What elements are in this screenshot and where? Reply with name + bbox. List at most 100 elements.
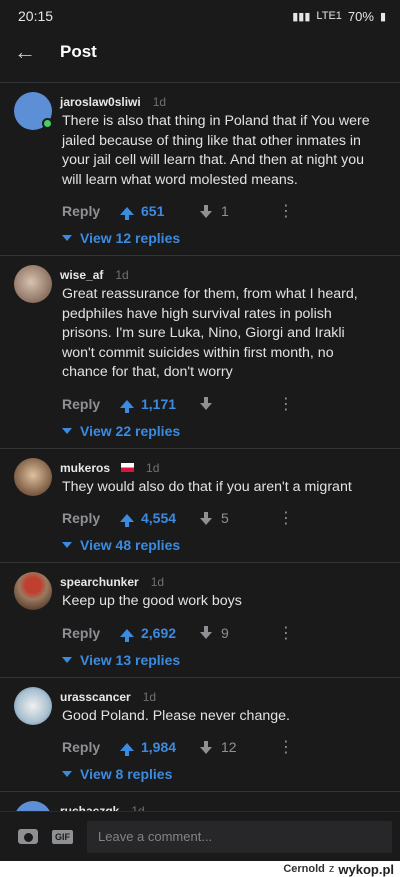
view-replies-label: View 8 replies (80, 766, 173, 782)
downvote-icon (200, 626, 212, 639)
downvote-icon (200, 511, 212, 525)
downvote-count: 9 (221, 624, 229, 641)
downvote-icon (200, 397, 212, 410)
downvote-count: 5 (221, 510, 229, 526)
downvote-button[interactable]: 5 (200, 510, 278, 526)
poland-flag-icon (121, 463, 135, 472)
comment: ruchaczgk 1d (0, 791, 400, 811)
expand-icon (62, 235, 72, 241)
comment-age: 1d (150, 575, 165, 589)
comment-actions: Reply 1,984 12 ⋮ (62, 731, 386, 763)
upvote-icon (120, 743, 134, 756)
battery-level: 70% (347, 8, 374, 24)
comment-text: Good Poland. Please never change. (62, 707, 290, 724)
view-replies-button[interactable]: View 12 replies (62, 227, 386, 255)
reply-button[interactable]: Reply (62, 625, 120, 641)
watermark: Cernold z wykop.pl (0, 861, 400, 877)
back-arrow-icon[interactable]: ← (14, 39, 36, 65)
upvote-button[interactable]: 1,171 (120, 395, 200, 413)
more-options-icon[interactable]: ⋮ (278, 623, 294, 643)
comment-age: 1d (142, 689, 157, 704)
view-replies-label: View 12 replies (80, 230, 181, 246)
avatar[interactable] (14, 686, 52, 725)
downvote-count: 1 (221, 203, 229, 219)
comment: wise_af 1d Great reassurance for them, f… (0, 255, 400, 448)
network-label: LTE1 (316, 10, 342, 22)
comment-author[interactable]: mukeros (60, 461, 110, 475)
comment-author[interactable]: wise_af (60, 268, 103, 282)
more-options-icon[interactable]: ⋮ (278, 737, 294, 757)
comment-actions: Reply 2,692 9 ⋮ (62, 617, 386, 649)
avatar[interactable] (14, 572, 52, 610)
comment-list[interactable]: jaroslaw0sliwi 1d There is also that thi… (0, 82, 400, 811)
comment: urasscancer 1d Good Poland. Please never… (0, 676, 400, 792)
view-replies-button[interactable]: View 22 replies (62, 420, 386, 448)
comment-age: 1d (115, 268, 129, 282)
upvote-button[interactable]: 4,554 (120, 510, 200, 527)
comment-author[interactable]: urasscancer (60, 690, 131, 704)
avatar[interactable] (14, 92, 53, 130)
comment-author[interactable]: spearchunker (60, 575, 139, 589)
downvote-button[interactable] (200, 397, 278, 410)
upvote-icon (120, 514, 134, 527)
status-bar: 20:15 ▮▮▮ LTE1 70% ▮ (0, 0, 400, 32)
upvote-button[interactable]: 651 (120, 203, 200, 220)
comment-composer: GIF (0, 811, 400, 861)
view-replies-label: View 22 replies (80, 422, 181, 439)
downvote-button[interactable]: 1 (200, 203, 278, 219)
upvote-icon (120, 207, 134, 220)
avatar[interactable] (14, 801, 52, 811)
top-bar: ← Post (0, 32, 400, 72)
gif-icon[interactable]: GIF (52, 829, 73, 844)
upvote-count: 651 (141, 203, 165, 219)
signal-icon: ▮▮▮ (292, 10, 311, 23)
comment-text: There is also that thing in Poland that … (62, 113, 370, 188)
status-time: 20:15 (18, 8, 54, 24)
downvote-button[interactable]: 9 (200, 625, 278, 641)
comment-input[interactable] (87, 820, 392, 853)
comment-text: Great reassurance for them, from what I … (62, 286, 358, 380)
view-replies-button[interactable]: View 8 replies (62, 763, 386, 791)
avatar[interactable] (14, 265, 52, 303)
view-replies-label: View 48 replies (80, 537, 181, 553)
comment-text: Keep up the good work boys (62, 593, 242, 609)
reply-button[interactable]: Reply (62, 510, 120, 526)
more-options-icon[interactable]: ⋮ (278, 394, 294, 414)
downvote-count: 12 (221, 739, 237, 755)
camera-icon[interactable] (18, 829, 38, 844)
upvote-count: 1,171 (141, 395, 177, 412)
comment: jaroslaw0sliwi 1d There is also that thi… (0, 82, 400, 255)
watermark-z: z (328, 863, 335, 875)
comment: spearchunker 1d Keep up the good work bo… (0, 562, 400, 677)
more-options-icon[interactable]: ⋮ (278, 508, 294, 528)
wykop-logo: wykop.pl (338, 861, 394, 877)
comment: mukeros 1d They would also do that if yo… (0, 447, 400, 563)
reply-button[interactable]: Reply (62, 739, 120, 755)
view-replies-label: View 13 replies (80, 651, 181, 668)
upvote-count: 4,554 (141, 510, 177, 526)
reply-button[interactable]: Reply (62, 203, 120, 219)
comment-author[interactable]: ruchaczgk (60, 804, 119, 811)
more-options-icon[interactable]: ⋮ (278, 201, 294, 221)
expand-icon (62, 771, 72, 777)
view-replies-button[interactable]: View 13 replies (62, 649, 386, 677)
comment-actions: Reply 1,171 ⋮ (62, 388, 386, 420)
expand-icon (62, 542, 72, 548)
upvote-button[interactable]: 1,984 (120, 739, 200, 756)
upvote-icon (120, 628, 134, 642)
upvote-button[interactable]: 2,692 (120, 625, 200, 642)
view-replies-button[interactable]: View 48 replies (62, 534, 386, 562)
comment-age: 1d (146, 460, 160, 475)
downvote-button[interactable]: 12 (200, 739, 278, 755)
status-icons: ▮▮▮ LTE1 70% ▮ (292, 9, 386, 24)
comment-age: 1d (152, 95, 167, 109)
avatar[interactable] (14, 457, 52, 496)
comment-age: 1d (131, 804, 145, 811)
expand-icon (62, 656, 72, 663)
watermark-user: Cernold (283, 863, 325, 875)
reply-button[interactable]: Reply (62, 396, 120, 412)
upvote-count: 1,984 (141, 739, 177, 755)
downvote-icon (200, 204, 212, 218)
comment-author[interactable]: jaroslaw0sliwi (60, 95, 141, 109)
battery-icon: ▮ (379, 10, 386, 23)
